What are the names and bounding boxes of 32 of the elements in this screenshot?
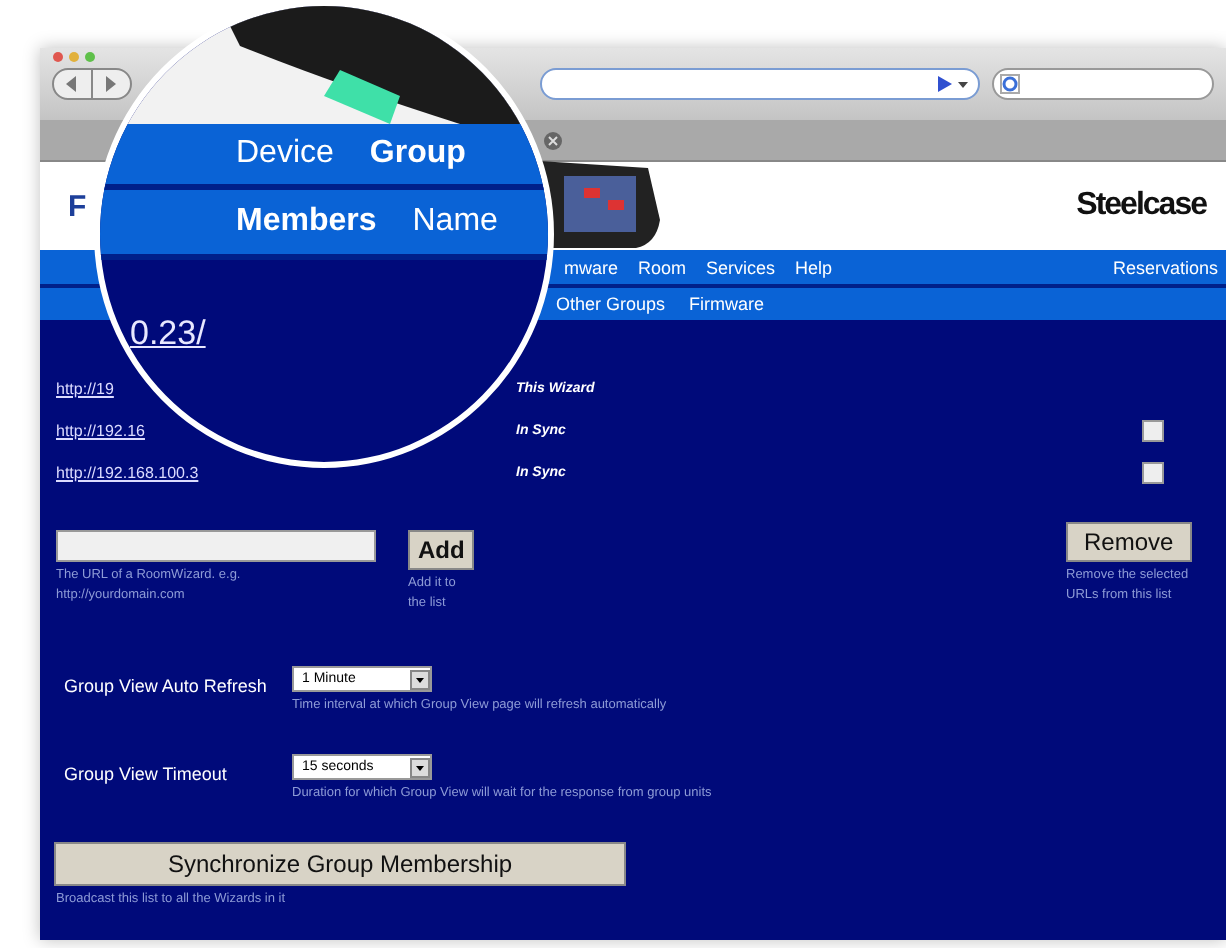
subnav-link[interactable]: Firmware <box>689 294 765 314</box>
go-icon[interactable] <box>938 76 970 92</box>
magnified-tab[interactable]: Device <box>236 136 334 172</box>
close-icon[interactable] <box>544 131 562 149</box>
nav-link[interactable]: Reservations <box>1112 257 1218 277</box>
member-url-link[interactable]: http://19 <box>56 380 114 398</box>
brand-logo: Steelcase <box>1076 188 1206 224</box>
member-url-link[interactable]: http://192.168.100.3 <box>56 464 199 482</box>
add-button[interactable]: Add <box>408 530 475 570</box>
address-field[interactable] <box>540 68 980 100</box>
back-forward-icon[interactable] <box>52 68 132 100</box>
group-url-link[interactable]: 0.23/ <box>130 314 206 352</box>
page-title: F <box>68 189 87 223</box>
nav-link[interactable]: Help <box>795 257 833 277</box>
setting-label: Group View Auto Refresh <box>64 674 269 696</box>
nav-link[interactable]: Room <box>638 257 687 277</box>
setting-label: Group View Timeout <box>64 762 229 784</box>
select-checkbox[interactable] <box>1142 462 1164 484</box>
nav-link[interactable]: mware <box>564 257 619 277</box>
subnav-link[interactable]: Other Groups <box>556 294 666 314</box>
magnified-tab[interactable]: Members <box>236 204 377 240</box>
magnified-tab[interactable]: Name <box>412 204 498 240</box>
nav-link[interactable]: Services <box>706 257 776 277</box>
remove-button[interactable]: Remove <box>1066 522 1192 562</box>
select-checkbox[interactable] <box>1142 420 1164 442</box>
window-controls-icon[interactable] <box>52 50 100 64</box>
url-input-field[interactable] <box>56 530 376 562</box>
member-url-link[interactable]: http://192.16 <box>56 422 145 440</box>
search-field[interactable] <box>992 68 1214 100</box>
synchronize-button[interactable]: Synchronize Group Membership <box>54 842 626 886</box>
magnified-tab[interactable]: Group <box>369 136 466 172</box>
search-engine-icon <box>1000 74 1020 94</box>
